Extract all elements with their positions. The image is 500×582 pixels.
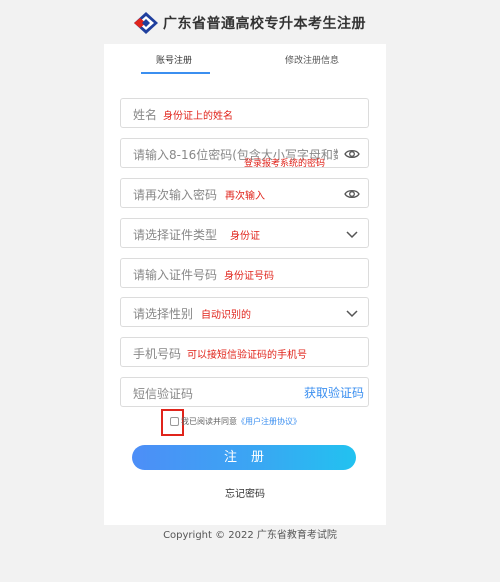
diamond-logo-icon — [134, 12, 158, 34]
password-field[interactable]: 请输入8-16位密码(包含大小写字母和数字) 登录报考系统的密码 — [120, 138, 369, 169]
page-title: 广东省普通高校专升本考生注册 — [163, 16, 366, 32]
id-number-field[interactable]: 请输入证件号码 身份证号码 — [120, 258, 369, 288]
gender-placeholder: 请选择性别 — [133, 307, 194, 321]
tab-bar: 账号注册 修改注册信息 — [104, 44, 386, 76]
name-field[interactable]: 姓名 身份证上的姓名 — [120, 98, 369, 128]
eye-icon[interactable] — [344, 146, 360, 162]
confirm-password-field[interactable]: 请再次输入密码 再次输入 — [120, 178, 369, 208]
sms-code-placeholder: 短信验证码 — [133, 387, 194, 401]
gender-annotation: 自动识别的 — [201, 310, 251, 321]
page-header: 广东省普通高校专升本考生注册 — [0, 0, 500, 44]
register-button[interactable]: 注册 — [132, 445, 356, 470]
agreement-text: 我已阅读并同意《用户注册协议》 — [181, 416, 301, 427]
user-agreement-link[interactable]: 《用户注册协议》 — [237, 417, 301, 426]
chevron-down-icon[interactable] — [344, 226, 360, 242]
phone-annotation: 可以接短信验证码的手机号 — [187, 350, 307, 361]
sms-code-field[interactable]: 短信验证码 获取验证码 — [120, 377, 369, 407]
eye-icon[interactable] — [344, 186, 360, 202]
phone-placeholder: 手机号码 — [133, 347, 182, 361]
name-placeholder: 姓名 — [133, 108, 158, 122]
get-sms-code-button[interactable]: 获取验证码 — [304, 384, 364, 401]
id-type-select[interactable]: 请选择证件类型 身份证 — [120, 218, 369, 248]
agreement-row: 我已阅读并同意《用户注册协议》 — [161, 409, 366, 436]
tab-modify-info[interactable]: 修改注册信息 — [285, 53, 339, 66]
id-type-annotation: 身份证 — [230, 231, 260, 242]
agreement-checkbox[interactable] — [170, 417, 179, 426]
confirm-password-annotation: 再次输入 — [225, 191, 265, 202]
forgot-password-link[interactable]: 忘记密码 — [104, 485, 386, 500]
chevron-down-icon[interactable] — [344, 305, 360, 321]
agreement-label: 我已阅读并同意 — [181, 417, 237, 426]
phone-field[interactable]: 手机号码 可以接短信验证码的手机号 — [120, 337, 369, 367]
id-type-placeholder: 请选择证件类型 — [133, 228, 218, 242]
tab-account-register[interactable]: 账号注册 — [156, 53, 192, 66]
confirm-password-placeholder: 请再次输入密码 — [133, 188, 218, 202]
copyright-footer: Copyright © 2022 广东省教育考试院 — [163, 530, 337, 541]
password-annotation: 登录报考系统的密码 — [244, 159, 326, 169]
name-annotation: 身份证上的姓名 — [163, 111, 233, 122]
gender-select[interactable]: 请选择性别 自动识别的 — [120, 297, 369, 327]
id-number-annotation: 身份证号码 — [224, 271, 274, 282]
active-tab-indicator — [141, 72, 210, 74]
register-card: 账号注册 修改注册信息 姓名 身份证上的姓名 请输入8-16位密码(包含大小写字… — [104, 44, 386, 525]
id-number-placeholder: 请输入证件号码 — [133, 268, 218, 282]
